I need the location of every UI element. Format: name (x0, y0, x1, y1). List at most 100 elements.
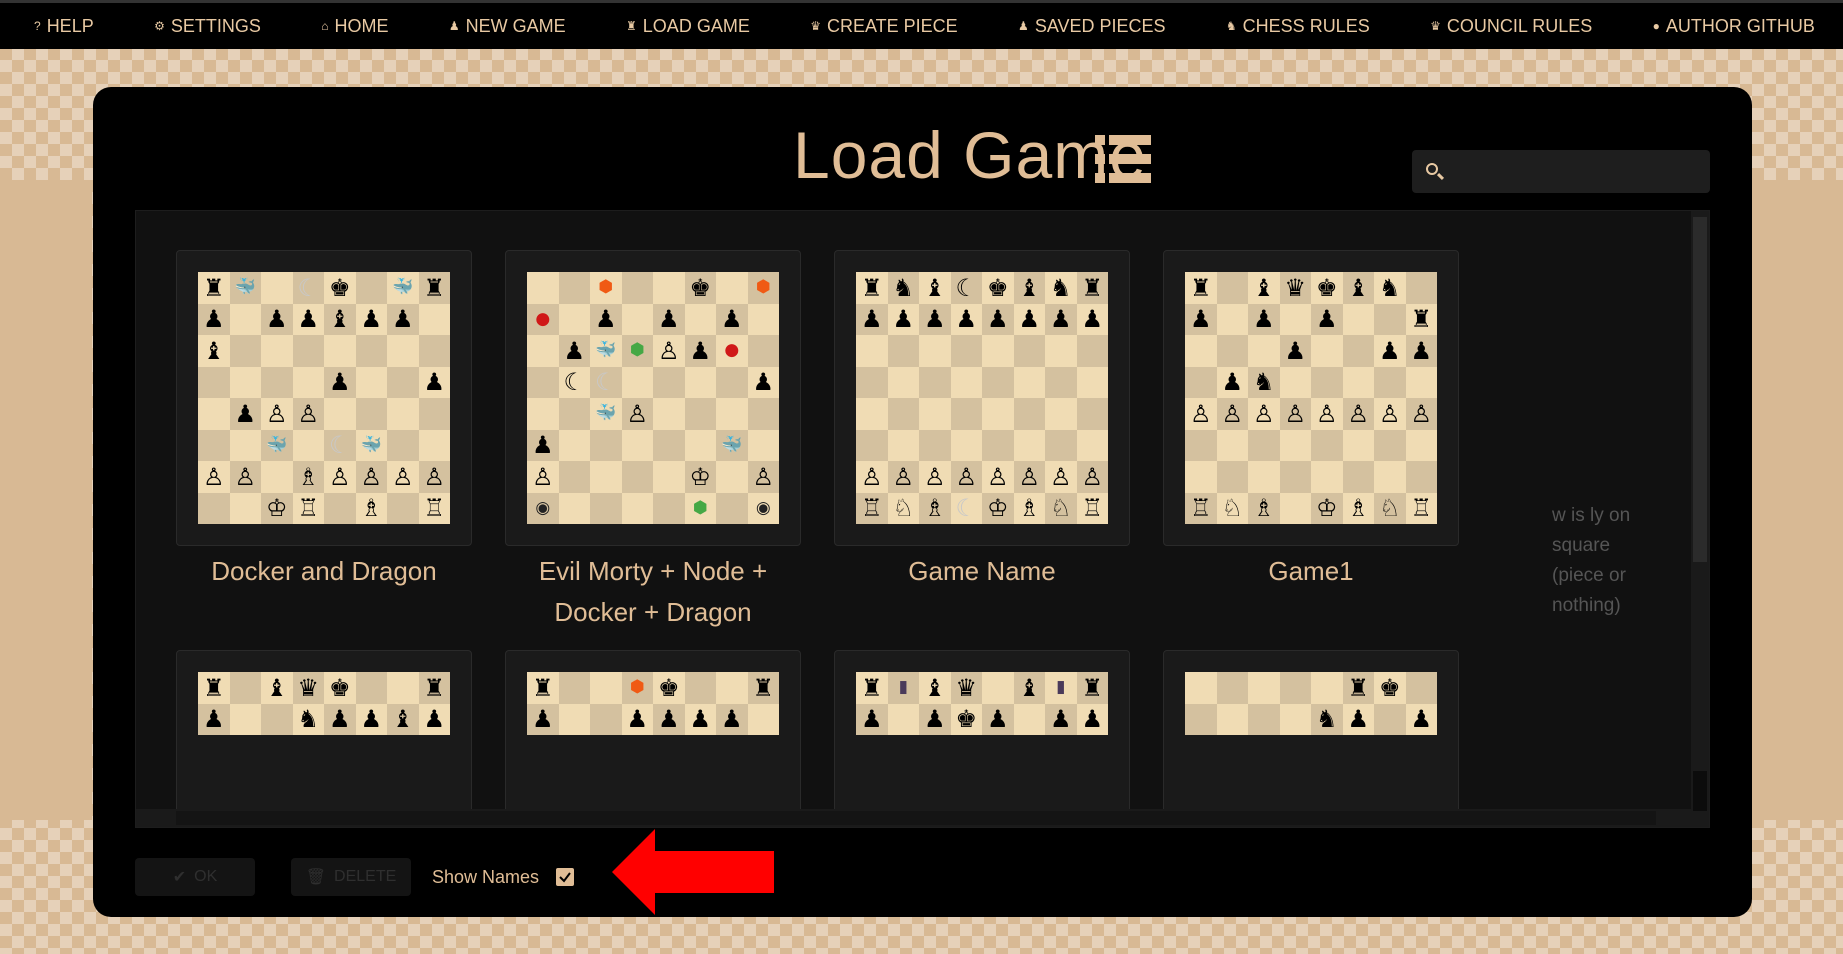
chess-piece-icon: ⬢ (692, 497, 708, 518)
check-circle-icon: ✔ (172, 869, 187, 886)
board-square: ♟ (1311, 303, 1343, 335)
nav-home[interactable]: ⌂ HOME (321, 16, 388, 37)
board-square: ♟ (1076, 703, 1108, 735)
board-square: ♟ (558, 335, 590, 367)
chess-piece-icon: ♚ (689, 273, 711, 302)
board-square (684, 303, 716, 335)
board-square (1248, 461, 1280, 493)
vertical-scrollbar[interactable] (1691, 211, 1709, 827)
board-square: ♜ (856, 672, 888, 704)
chess-piece-icon: ♙ (892, 462, 914, 491)
chess-piece-icon: ♖ (860, 494, 883, 523)
game-thumbnail[interactable]: ♜ ♝ ♛ ♚ ♜ ♟ ♞ ♟ ♟ ♝ ♟ (176, 650, 472, 827)
board-square (621, 366, 653, 398)
board-square (1342, 335, 1374, 367)
chess-piece-icon: ♟ (1378, 336, 1401, 365)
search-input[interactable] (1454, 162, 1694, 181)
chess-piece-icon: ♟ (531, 705, 554, 734)
nav-create-piece[interactable]: ♛ CREATE PIECE (810, 16, 957, 37)
board-square: ♙ (1311, 398, 1343, 430)
chess-piece-icon: ♙ (626, 399, 648, 428)
nav-help[interactable]: ? HELP (34, 16, 94, 37)
board-square: ♟ (1076, 303, 1108, 335)
chess-piece-icon: ♟ (297, 305, 319, 334)
board-square: 🐳 (590, 335, 622, 367)
chess-piece-icon: ♟ (1189, 305, 1212, 334)
board-square: ♚ (324, 672, 356, 704)
saved-game-card[interactable]: ♜ ♝ ♛ ♚ ♜ ♟ ♞ ♟ ♟ ♝ ♟ (176, 650, 472, 827)
board-square (747, 703, 779, 735)
game-thumbnail[interactable]: ♜ ♞ ♝ ☾ ♚ ♝ ♞ ♜ ♟ ♟ ♟ ♟ ♟ ♟ ♟ ♟ ♙ ♙ ♙ ♙ ♙ ♙ ♙ ♙ ♖ ♘ ♗ ☾ ♔ ♗ ♘ ♖ (834, 250, 1130, 546)
saved-game-card[interactable]: ⬢ ♚ ⬢ ● ♟ ♟ ♟ ♟ 🐳 ⬢ ♙ ♟ ● ☾ ☾ ♟ 🐳 ♙ ♟ 🐳 ♙ ♔ ♙ ◉ ⬢ ◉ Evil Morty + N… (505, 250, 801, 633)
saved-game-card[interactable]: ♜ ▮ ♝ ♛ ♝ ▮ ♜ ♟ ♟ ♚ ♟ ♟ ♟ (834, 650, 1130, 827)
board-square: ♙ (418, 461, 450, 493)
chess-piece-icon: ♗ (1018, 494, 1040, 523)
board-square: ♟ (324, 703, 356, 735)
saved-game-card[interactable]: ♜ 🐳 ☾ ♚ 🐳 ♜ ♟ ♟ ♟ ♝ ♟ ♟ ♝ ♟ ♟ ♟ ♙ ♙ 🐳 ☾ 🐳 ♙ ♙ ♗ ♙ ♙ ♙ ♙ ♔ ♖ ♗ ♖ Docker a… (176, 250, 472, 592)
board-square (198, 492, 230, 524)
board-square (229, 366, 261, 398)
list-view-icon[interactable] (1095, 135, 1151, 183)
knight-icon: ♞ (1225, 19, 1237, 33)
nav-new-game[interactable]: ♟ NEW GAME (449, 16, 566, 37)
saved-game-card[interactable]: ♜ ♞ ♝ ☾ ♚ ♝ ♞ ♜ ♟ ♟ ♟ ♟ ♟ ♟ ♟ ♟ ♙ ♙ ♙ ♙ ♙ ♙ ♙ ♙ ♖ ♘ ♗ ☾ ♔ ♗ ♘ ♖ Game Nam… (834, 250, 1130, 592)
delete-button[interactable]: 🗑 DELETE (291, 858, 411, 896)
chess-piece-icon: 🐳 (392, 277, 414, 298)
board-square: ♔ (982, 492, 1014, 524)
scroll-thumb[interactable] (1693, 217, 1707, 562)
help-circle-icon: ? (34, 19, 41, 33)
nav-load-game[interactable]: ♜ LOAD GAME (626, 16, 750, 37)
nav-settings[interactable]: ⚙ SETTINGS (154, 16, 261, 37)
board-square (558, 272, 590, 304)
chess-piece-icon: ♟ (1049, 705, 1072, 734)
saved-game-card[interactable]: ♜ ♚ ♞ ♟ ♟ (1163, 650, 1459, 827)
board-square (1405, 366, 1437, 398)
search-box[interactable] (1412, 150, 1710, 193)
board-square: ♟ (747, 366, 779, 398)
chess-piece-icon: ♙ (1018, 462, 1040, 491)
game-thumbnail[interactable]: ⬢ ♚ ⬢ ● ♟ ♟ ♟ ♟ 🐳 ⬢ ♙ ♟ ● ☾ ☾ ♟ 🐳 ♙ ♟ 🐳 ♙ ♔ ♙ ◉ ⬢ ◉ (505, 250, 801, 546)
chess-board-preview: ♜ ♝ ♛ ♚ ♜ ♟ ♞ ♟ ♟ ♝ ♟ (198, 672, 450, 827)
game-thumbnail[interactable]: ♜ ▮ ♝ ♛ ♝ ▮ ♜ ♟ ♟ ♚ ♟ ♟ ♟ (834, 650, 1130, 827)
horizontal-scrollbar[interactable] (136, 809, 1693, 827)
game-thumbnail[interactable]: ♜ ♝ ♛ ♚ ♝ ♞ ♟ ♟ ♟ ♜ ♟ ♟ ♟ ♟ ♞ ♙ ♙ ♙ ♙ ♙ ♙ ♙ ♙ ♖ ♘ ♗ ♔ ♗ ♘ ♖ (1163, 250, 1459, 546)
chess-piece-icon: ♟ (1049, 305, 1072, 334)
ok-button[interactable]: ✔ OK (135, 858, 255, 896)
crown-icon: ♛ (1430, 19, 1441, 33)
game-thumbnail[interactable]: ♜ ♚ ♞ ♟ ♟ (1163, 650, 1459, 827)
nav-chess-rules[interactable]: ♞ CHESS RULES (1226, 16, 1370, 37)
board-square: ♙ (1216, 398, 1248, 430)
board-square (198, 398, 230, 430)
show-names-checkbox[interactable] (556, 868, 574, 886)
board-square (527, 398, 559, 430)
saved-game-card[interactable]: ♜ ⬢ ♚ ♜ ♟ ♟ ♟ ♟ ♟ (505, 650, 801, 827)
board-square: ♖ (856, 492, 888, 524)
board-square: ♗ (1342, 492, 1374, 524)
board-square (1216, 429, 1248, 461)
board-square (1185, 366, 1217, 398)
board-square (1311, 672, 1343, 704)
chess-piece-icon: ♙ (1315, 399, 1338, 428)
board-square: ☾ (324, 429, 356, 461)
chess-piece-icon: ♟ (202, 305, 225, 334)
game-thumbnail[interactable]: ♜ ⬢ ♚ ♜ ♟ ♟ ♟ ♟ ♟ (505, 650, 801, 827)
board-square: ♙ (982, 461, 1014, 493)
board-square (292, 429, 324, 461)
board-square (387, 366, 419, 398)
nav-saved-pieces[interactable]: ♟ SAVED PIECES (1018, 16, 1165, 37)
board-square (1185, 335, 1217, 367)
saved-games-grid[interactable]: ♜ ♚ ♞ ♟ ♟ ♜ ▮ ♝ ♛ ♝ ▮ ♜ ♟ ♟ ♚ ♟ ♟ ♟ ♜ ⬢ ♚ ♜ ♟ ♟ ♟ ♟ ♟ ♜ ♝ ♛ ♚ ♜ ♟ ♞ ♟ ♟ ♝ ♟ ♜ ♝… (135, 210, 1710, 828)
chess-piece-icon: ♟ (720, 305, 743, 334)
game-thumbnail[interactable]: ♜ 🐳 ☾ ♚ 🐳 ♜ ♟ ♟ ♟ ♝ ♟ ♟ ♝ ♟ ♟ ♟ ♙ ♙ 🐳 ☾ 🐳 ♙ ♙ ♗ ♙ ♙ ♙ ♙ ♔ ♖ ♗ ♖ (176, 250, 472, 546)
board-square (653, 492, 685, 524)
board-square: ♟ (229, 398, 261, 430)
search-icon (1424, 161, 1446, 183)
nav-council-rules[interactable]: ♛ COUNCIL RULES (1430, 16, 1592, 37)
board-square (387, 429, 419, 461)
chess-piece-icon: ♘ (892, 494, 914, 523)
saved-game-card[interactable]: ♜ ♝ ♛ ♚ ♝ ♞ ♟ ♟ ♟ ♜ ♟ ♟ ♟ ♟ ♞ ♙ ♙ ♙ ♙ ♙ ♙ ♙ ♙ ♖ ♘ ♗ ♔ ♗ ♘ ♖ Game1 (1163, 250, 1459, 592)
chess-piece-icon: ♜ (1189, 273, 1212, 302)
board-square: ♙ (292, 398, 324, 430)
nav-author-github[interactable]: ● AUTHOR GITHUB (1653, 16, 1815, 37)
board-square (1279, 303, 1311, 335)
